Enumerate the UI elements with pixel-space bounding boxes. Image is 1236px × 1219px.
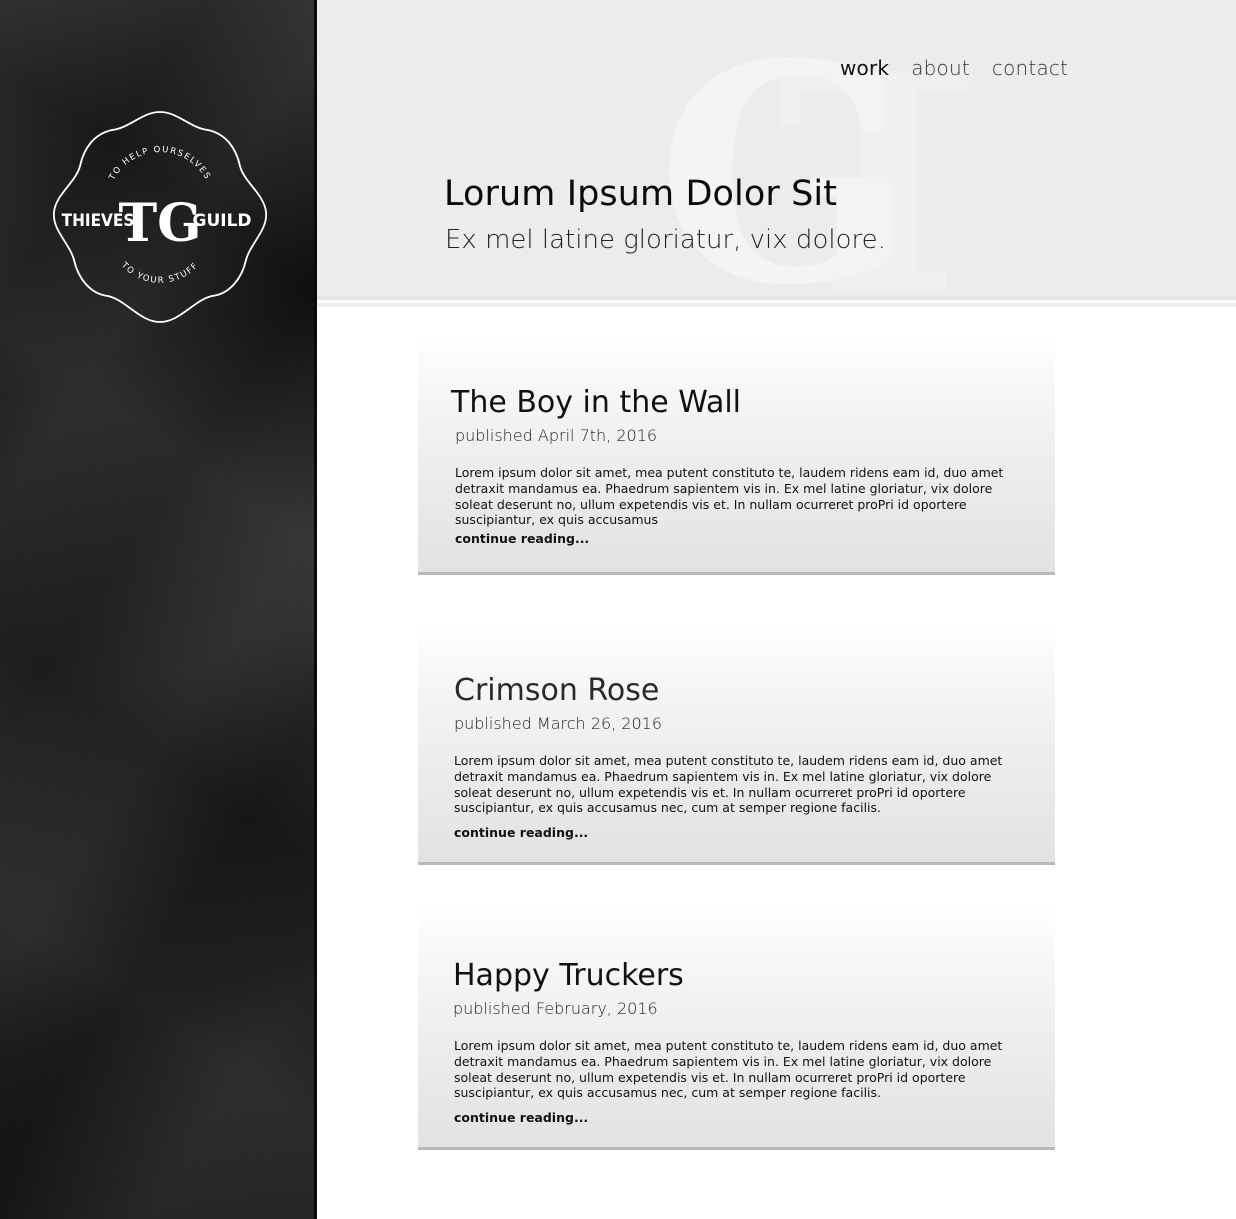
post-card: Crimson Rose published March 26, 2016 Lo… <box>418 621 1055 865</box>
continue-reading-link[interactable]: continue reading... <box>454 825 588 840</box>
continue-reading-link[interactable]: continue reading... <box>454 1110 588 1125</box>
post-date: published February, 2016 <box>453 999 658 1018</box>
header-divider-secondary <box>317 303 1236 307</box>
post-card: The Boy in the Wall published April 7th,… <box>418 333 1055 575</box>
header-divider <box>317 296 1236 300</box>
nav-item-about[interactable]: about <box>911 56 970 80</box>
post-excerpt: Lorem ipsum dolor sit amet, mea putent c… <box>455 465 1004 528</box>
post-date: published March 26, 2016 <box>454 714 663 733</box>
continue-reading-link[interactable]: continue reading... <box>455 531 589 546</box>
logo-badge-icon: TO HELP OURSELVES TO YOUR STUFF THIEVES … <box>53 111 267 323</box>
post-excerpt: Lorem ipsum dolor sit amet, mea putent c… <box>454 753 1003 816</box>
post-title[interactable]: The Boy in the Wall <box>451 385 741 420</box>
page-title: Lorum Ipsum Dolor Sit <box>444 174 838 214</box>
post-title[interactable]: Happy Truckers <box>453 958 684 993</box>
nav-item-work[interactable]: work <box>840 56 889 80</box>
nav-item-contact[interactable]: contact <box>992 56 1068 80</box>
post-excerpt: Lorem ipsum dolor sit amet, mea putent c… <box>454 1038 1003 1101</box>
main-nav: work about contact <box>840 56 1068 86</box>
page-subtitle: Ex mel latine gloriatur, vix dolore. <box>445 225 886 255</box>
post-date: published April 7th, 2016 <box>455 426 658 445</box>
post-title[interactable]: Crimson Rose <box>454 673 659 708</box>
site-logo[interactable]: TO HELP OURSELVES TO YOUR STUFF THIEVES … <box>50 108 270 326</box>
svg-text:TO HELP OURSELVES: TO HELP OURSELVES <box>107 145 213 183</box>
post-card: Happy Truckers published February, 2016 … <box>418 906 1055 1150</box>
svg-text:TG: TG <box>118 193 201 254</box>
svg-text:TO YOUR STUFF: TO YOUR STUFF <box>118 260 201 286</box>
